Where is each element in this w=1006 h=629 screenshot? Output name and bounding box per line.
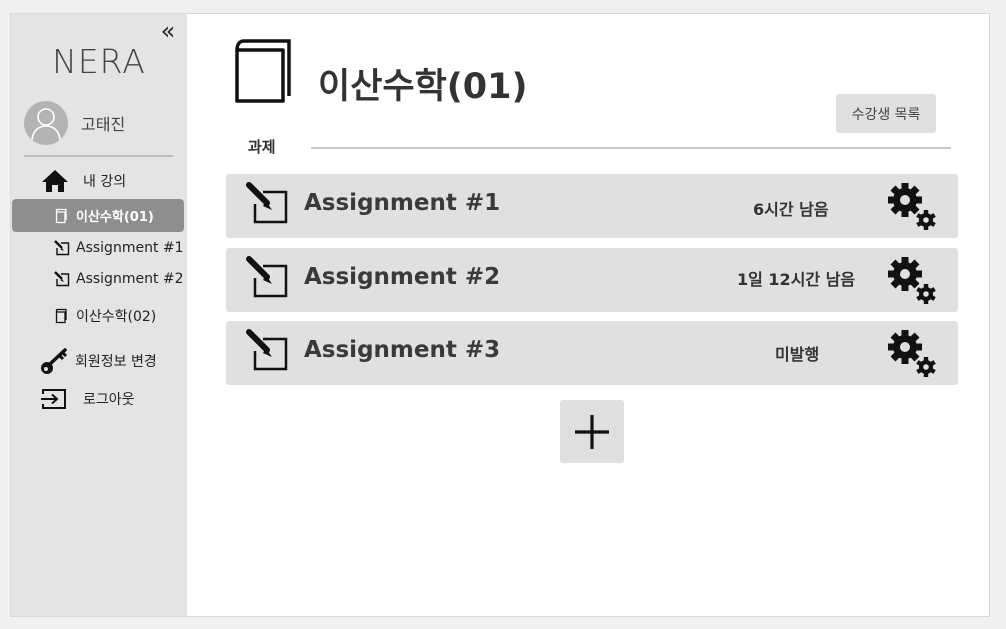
book-icon xyxy=(55,308,67,324)
sidebar: « NERA 고태진 내 강의 이산수학(01) Assignment #1 A… xyxy=(11,14,187,616)
app-window: « NERA 고태진 내 강의 이산수학(01) Assignment #1 A… xyxy=(10,13,990,617)
home-icon xyxy=(42,170,68,192)
gears-icon[interactable] xyxy=(886,257,938,307)
sidebar-item-assignment-2[interactable]: Assignment #2 xyxy=(54,271,184,287)
student-list-button[interactable]: 수강생 목록 xyxy=(836,94,936,133)
section-divider xyxy=(311,147,951,149)
edit-icon xyxy=(246,182,288,224)
book-icon xyxy=(55,208,67,223)
assignment-title: Assignment #3 xyxy=(304,337,501,363)
assignment-title: Assignment #2 xyxy=(304,264,501,290)
book-icon xyxy=(235,39,291,103)
sidebar-item-label: 내 강의 xyxy=(83,174,127,190)
gears-icon[interactable] xyxy=(886,183,938,233)
edit-icon xyxy=(246,329,288,371)
assignment-card[interactable]: Assignment #1 6시간 남음 xyxy=(226,174,958,238)
assignment-status: 6시간 남음 xyxy=(753,200,829,219)
sidebar-divider xyxy=(24,155,173,157)
sidebar-item-label: 회원정보 변경 xyxy=(75,354,157,370)
assignment-card[interactable]: Assignment #2 1일 12시간 남음 xyxy=(226,248,958,312)
logout-icon xyxy=(41,389,66,409)
section-label: 과제 xyxy=(248,138,276,156)
add-assignment-button[interactable] xyxy=(560,400,624,463)
assignment-title: Assignment #1 xyxy=(304,190,501,216)
avatar xyxy=(24,101,68,145)
user-profile: 고태진 xyxy=(24,100,125,146)
sidebar-item-label: 이산수학(02) xyxy=(76,309,157,325)
assignment-status: 1일 12시간 남음 xyxy=(737,270,856,289)
sidebar-item-label: 로그아웃 xyxy=(83,392,135,408)
assignment-status: 미발행 xyxy=(775,345,820,364)
sidebar-item-label: 이산수학(01) xyxy=(76,210,154,225)
collapse-sidebar-button[interactable]: « xyxy=(158,19,178,44)
sidebar-item-label: Assignment #2 xyxy=(76,271,184,287)
sidebar-item-edit-profile[interactable]: 회원정보 변경 xyxy=(39,346,157,376)
assignment-card[interactable]: Assignment #3 미발행 xyxy=(226,321,958,385)
sidebar-item-course-02[interactable]: 이산수학(02) xyxy=(54,306,156,326)
sidebar-item-my-courses[interactable]: 내 강의 xyxy=(41,169,126,193)
brand-logo: NERA xyxy=(52,42,146,81)
sidebar-item-assignment-1[interactable]: Assignment #1 xyxy=(54,240,184,256)
sidebar-item-course-01[interactable]: 이산수학(01) xyxy=(12,199,184,232)
key-icon xyxy=(41,348,68,374)
sidebar-item-logout[interactable]: 로그아웃 xyxy=(40,388,135,410)
edit-icon xyxy=(54,240,70,256)
edit-icon xyxy=(246,256,288,298)
user-name: 고태진 xyxy=(81,115,126,134)
plus-icon xyxy=(575,414,609,449)
gears-icon[interactable] xyxy=(886,330,938,380)
edit-icon xyxy=(54,271,70,287)
user-icon xyxy=(31,108,61,140)
main-content: 이산수학(01) 수강생 목록 과제 Assignment #1 6시간 남음 xyxy=(187,14,989,616)
sidebar-item-label: Assignment #1 xyxy=(76,240,184,256)
page-title: 이산수학(01) xyxy=(318,67,528,107)
